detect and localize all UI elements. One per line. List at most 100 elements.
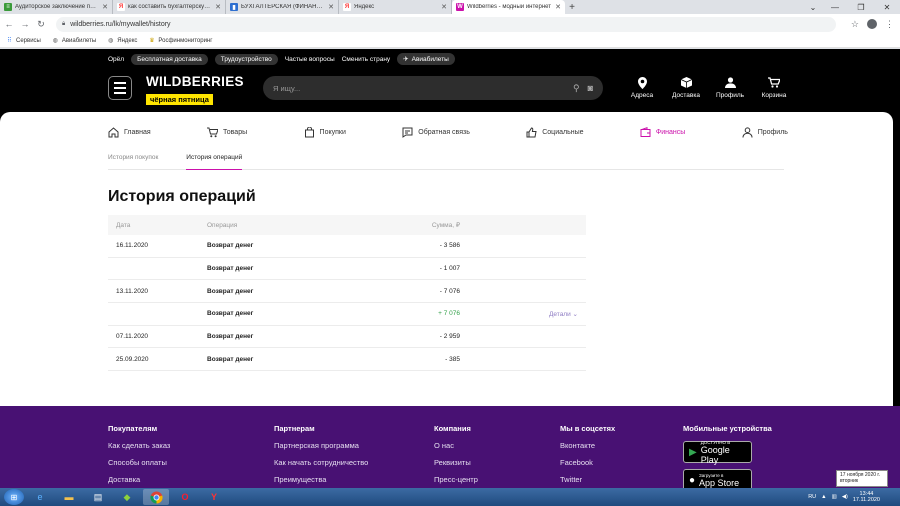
footer-link[interactable]: Партнерская программа xyxy=(274,441,368,450)
table-header: Дата Операция Сумма, ₽ xyxy=(108,215,586,235)
nav-feedback[interactable]: Обратная связь xyxy=(402,127,470,138)
minimize-icon[interactable]: — xyxy=(822,0,848,14)
change-country-link[interactable]: Сменить страну xyxy=(342,56,390,63)
menu-burger-button[interactable] xyxy=(108,76,132,100)
avia-link[interactable]: ✈ Авиабилеты xyxy=(397,53,455,65)
footer-link[interactable]: Как начать сотрудничество xyxy=(274,458,368,467)
wallet-icon xyxy=(640,127,651,137)
language-indicator[interactable]: RU xyxy=(808,494,816,500)
header-operation: Операция xyxy=(207,221,238,229)
footer-link[interactable]: Преимущества xyxy=(274,475,368,484)
profile-icon[interactable] xyxy=(867,19,877,29)
operations-table: Дата Операция Сумма, ₽ 16.11.2020 Возвра… xyxy=(108,215,586,372)
opera-icon[interactable]: O xyxy=(172,489,198,505)
forward-icon[interactable]: → xyxy=(18,19,32,29)
back-icon[interactable]: ← xyxy=(2,19,16,29)
nav-social[interactable]: Социальные xyxy=(526,127,584,138)
ie-icon[interactable]: e xyxy=(27,489,53,505)
tab-purchase-history[interactable]: История покупок xyxy=(108,150,158,170)
nav-finance[interactable]: Финансы xyxy=(640,127,685,138)
browser-tab[interactable]: Я Яндекс ✕ xyxy=(339,0,452,14)
addresses-button[interactable]: Адреса xyxy=(620,76,664,99)
browser-tab-active[interactable]: W Wildberries - модный интернет ✕ xyxy=(452,0,565,14)
apps-icon: ⠿ xyxy=(7,38,12,44)
row-amount: - 3 586 xyxy=(439,242,460,250)
footer-heading: Партнерам xyxy=(274,424,315,433)
clock[interactable]: 13:44 17.11.2020 xyxy=(853,491,880,503)
free-delivery-link[interactable]: Бесплатная доставка xyxy=(131,53,208,65)
plane-icon: ✈ xyxy=(403,56,409,63)
browser-tab[interactable]: ▮ БУХГАЛТЕРСКАЯ (ФИНАНСОВАЯ ✕ xyxy=(226,0,339,14)
nav-goods[interactable]: Товары xyxy=(207,127,247,138)
promo-badge: чёрная пятница xyxy=(146,94,213,105)
footer-link[interactable]: Пресс-центр xyxy=(434,475,478,484)
nav-home[interactable]: Главная xyxy=(108,127,151,138)
header-date: Дата xyxy=(116,221,131,229)
address-row: ← → ↻ 🔒︎ wildberries.ru/lk/mywallet/hist… xyxy=(0,14,900,34)
reload-icon[interactable]: ↻ xyxy=(34,19,48,30)
network-icon[interactable]: ▥ xyxy=(832,494,837,500)
close-icon[interactable]: ✕ xyxy=(328,3,334,11)
apple-icon: ● xyxy=(689,474,696,486)
nav-purchases[interactable]: Покупки xyxy=(304,127,346,138)
profile-button[interactable]: Профиль xyxy=(708,76,752,99)
details-link[interactable]: Детали ⌄ xyxy=(460,310,586,318)
faq-link[interactable]: Частые вопросы xyxy=(285,56,335,63)
bookmark-label: Сервисы xyxy=(16,37,41,44)
search-icon[interactable]: ⚲ xyxy=(573,83,580,94)
footer-link[interactable]: Twitter xyxy=(560,475,615,484)
cart-icon xyxy=(207,127,219,138)
tab-title: Wildberries - модный интернет xyxy=(467,4,552,10)
search-placeholder: Я ищу... xyxy=(273,83,301,93)
browser-tab[interactable]: ≡ Аудиторское заключение при с ✕ xyxy=(0,0,113,14)
menu-icon[interactable]: ⋮ xyxy=(885,19,894,30)
close-window-icon[interactable]: ✕ xyxy=(874,0,900,14)
maximize-icon[interactable]: ❐ xyxy=(848,0,874,14)
close-icon[interactable]: ✕ xyxy=(215,3,221,11)
globe-icon: ◍ xyxy=(52,38,58,44)
jobs-link[interactable]: Трудоустройство xyxy=(214,53,278,65)
camera-icon[interactable]: ◙ xyxy=(588,83,593,93)
footer-link[interactable]: Facebook xyxy=(560,458,615,467)
chrome-icon[interactable] xyxy=(143,489,169,505)
footer-link[interactable]: Способы оплаты xyxy=(108,458,170,467)
network-app-icon[interactable]: ◆ xyxy=(114,489,140,505)
bookmark-rosfin[interactable]: ♛ Росфинмониторинг xyxy=(148,37,212,45)
tab-search-icon[interactable]: ⌄ xyxy=(804,0,822,14)
nav-profile[interactable]: Профиль xyxy=(742,127,788,138)
row-operation: Возврат денег xyxy=(207,265,254,273)
close-icon[interactable]: ✕ xyxy=(102,3,108,11)
tab-operations-history[interactable]: История операций xyxy=(186,150,243,170)
footer-link[interactable]: Как сделать заказ xyxy=(108,441,170,450)
new-tab-button[interactable]: + xyxy=(565,0,579,14)
search-input[interactable]: Я ищу... ⚲ ◙ xyxy=(263,76,603,100)
footer-heading: Компания xyxy=(434,424,471,433)
footer-link[interactable]: Реквизиты xyxy=(434,458,478,467)
bookmark-avia[interactable]: ◍ Авиабилеты xyxy=(52,37,97,45)
footer-link[interactable]: Доставка xyxy=(108,475,170,484)
yandex-icon: Я xyxy=(343,3,351,11)
volume-icon[interactable]: ◀) xyxy=(842,494,848,500)
bookmark-services[interactable]: ⠿ Сервисы xyxy=(6,37,41,45)
google-play-button[interactable]: ▶ ДОСТУПНО В Google Play xyxy=(683,440,752,465)
yandex-browser-icon[interactable]: Y xyxy=(201,489,227,505)
footer-link[interactable]: О нас xyxy=(434,441,478,450)
start-button[interactable]: ⊞ xyxy=(4,489,24,505)
footer-link[interactable]: Вконтакте xyxy=(560,441,615,450)
tray-icon[interactable]: ▲ xyxy=(821,494,826,500)
address-bar[interactable]: 🔒︎ wildberries.ru/lk/mywallet/history xyxy=(56,16,836,32)
logo[interactable]: WILDBERRIES чёрная пятница xyxy=(146,75,246,105)
close-icon[interactable]: ✕ xyxy=(555,3,561,11)
delivery-button[interactable]: Доставка xyxy=(664,76,708,99)
close-icon[interactable]: ✕ xyxy=(441,3,447,11)
city-link[interactable]: Орёл xyxy=(108,56,124,63)
app-icon[interactable]: ▤ xyxy=(85,489,111,505)
tooltip-weekday: вторник xyxy=(840,478,859,484)
star-icon[interactable]: ☆ xyxy=(851,19,859,30)
details-label: Детали xyxy=(548,310,571,318)
folder-icon[interactable]: ▬ xyxy=(56,489,82,505)
cart-button[interactable]: Корзина xyxy=(752,76,796,99)
bookmark-yandex[interactable]: ◍ Яндекс xyxy=(107,37,137,45)
site-footer: Покупателям Как сделать заказ Способы оп… xyxy=(0,406,900,491)
browser-tab[interactable]: Я как составить бухгалтерскую о ✕ xyxy=(113,0,226,14)
